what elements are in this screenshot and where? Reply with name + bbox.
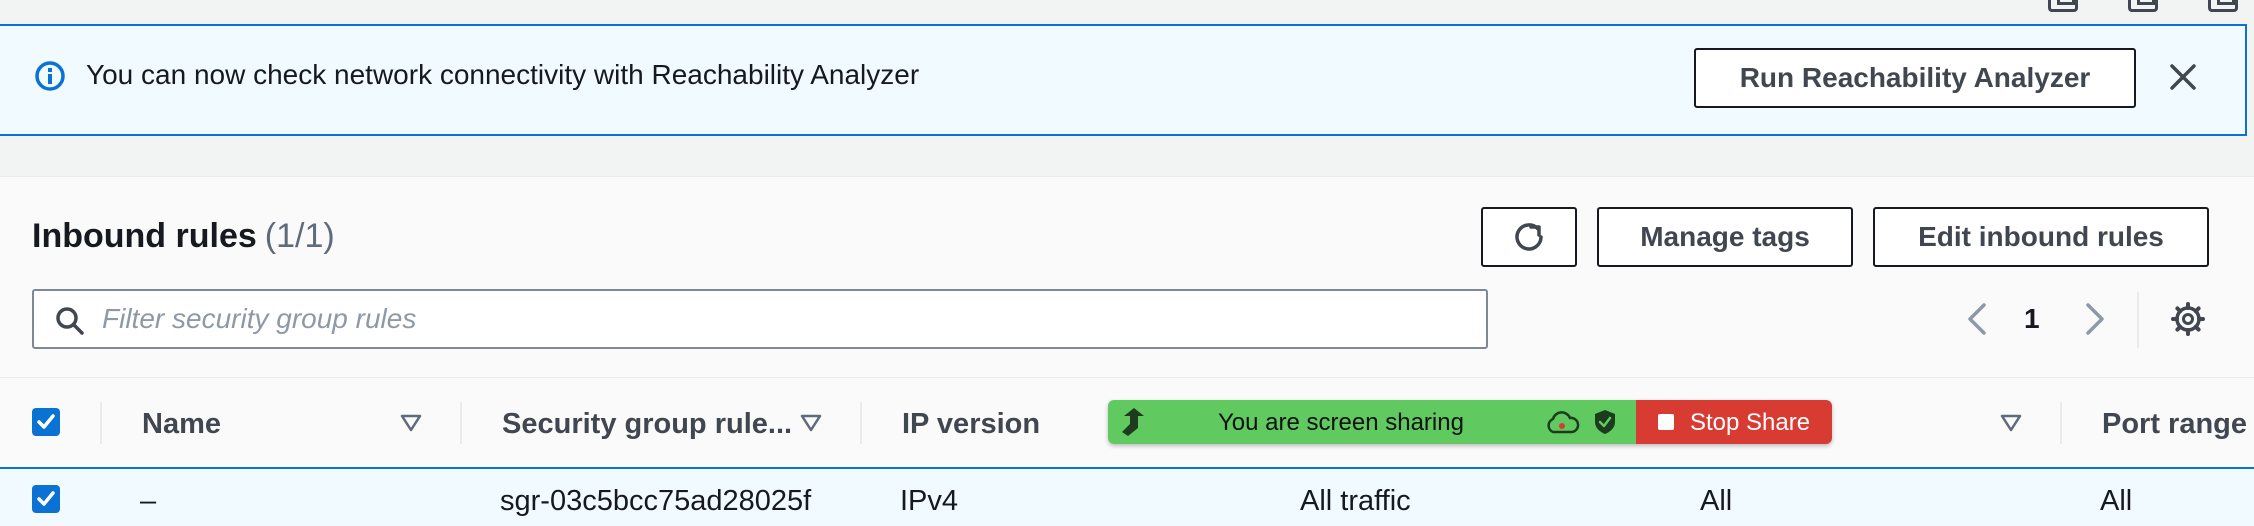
search-icon (56, 307, 84, 335)
window-icon[interactable] (2048, 0, 2078, 12)
search-input[interactable] (102, 301, 1472, 337)
next-page-icon[interactable] (2080, 301, 2110, 337)
banner-message: You can now check network connectivity w… (86, 59, 920, 90)
refresh-icon (1515, 223, 1543, 251)
screen-share-bar: You are screen sharing Stop Share (1108, 400, 1832, 444)
cell-port-range: All (2100, 485, 2133, 517)
screen-share-status[interactable]: You are screen sharing (1108, 400, 1636, 444)
column-separator (2060, 402, 2062, 444)
rule-count: (1/1) (264, 217, 335, 255)
column-separator (460, 402, 462, 444)
select-all-checkbox[interactable] (32, 408, 60, 436)
gear-icon[interactable] (2170, 301, 2206, 337)
edit-inbound-rules-button[interactable]: Edit inbound rules (1873, 207, 2209, 267)
window-icon[interactable] (2128, 0, 2158, 12)
info-banner: You can now check network connectivity w… (0, 24, 2247, 136)
manage-tags-button[interactable]: Manage tags (1597, 207, 1853, 267)
sort-icon[interactable] (400, 414, 422, 432)
share-arrow-icon (1122, 408, 1144, 436)
section-title-text: Inbound rules (32, 217, 257, 255)
column-header-ip-version[interactable]: IP version (902, 408, 1040, 441)
screen-share-text: You are screen sharing (1218, 409, 1464, 436)
pagination-divider (2137, 292, 2139, 348)
sort-icon[interactable] (800, 414, 822, 432)
column-header-port-range[interactable]: Port range (2102, 408, 2247, 441)
cell-name: – (140, 485, 157, 517)
column-header-name[interactable]: Name (142, 408, 221, 441)
sort-icon[interactable] (2000, 414, 2022, 432)
table-row[interactable]: – sgr-03c5bcc75ad28025f IPv4 All traffic… (0, 469, 2254, 526)
stop-share-button[interactable]: Stop Share (1636, 400, 1832, 444)
window-icon[interactable] (2208, 0, 2238, 12)
stop-share-label: Stop Share (1690, 409, 1811, 436)
checkmark-icon (37, 414, 55, 429)
cell-rule-id[interactable]: sgr-03c5bcc75ad28025f (500, 485, 811, 518)
search-box (32, 289, 1488, 349)
close-icon[interactable] (2166, 60, 2200, 94)
cloud-icon (1547, 411, 1580, 434)
refresh-button[interactable] (1481, 207, 1577, 267)
cell-type: All traffic (1300, 485, 1411, 517)
previous-page-icon[interactable] (1962, 301, 1992, 337)
checkmark-icon (37, 491, 55, 506)
row-checkbox[interactable] (32, 485, 60, 513)
cell-protocol: All (1700, 485, 1733, 517)
cell-ip-version: IPv4 (900, 485, 959, 517)
section-title: Inbound rules (1/1) (32, 217, 335, 256)
page-number[interactable]: 1 (2024, 303, 2040, 335)
top-toolbar-strip (0, 0, 2254, 24)
stop-icon (1658, 414, 1674, 430)
inbound-rules-panel: Inbound rules (1/1) Manage tags Edit inbo… (0, 176, 2254, 526)
column-header-rule-id[interactable]: Security group rule... (502, 408, 792, 441)
column-separator (860, 402, 862, 444)
run-reachability-analyzer-button[interactable]: Run Reachability Analyzer (1694, 48, 2136, 108)
info-icon (35, 61, 65, 91)
shield-icon (1595, 410, 1615, 434)
column-separator (100, 402, 102, 444)
